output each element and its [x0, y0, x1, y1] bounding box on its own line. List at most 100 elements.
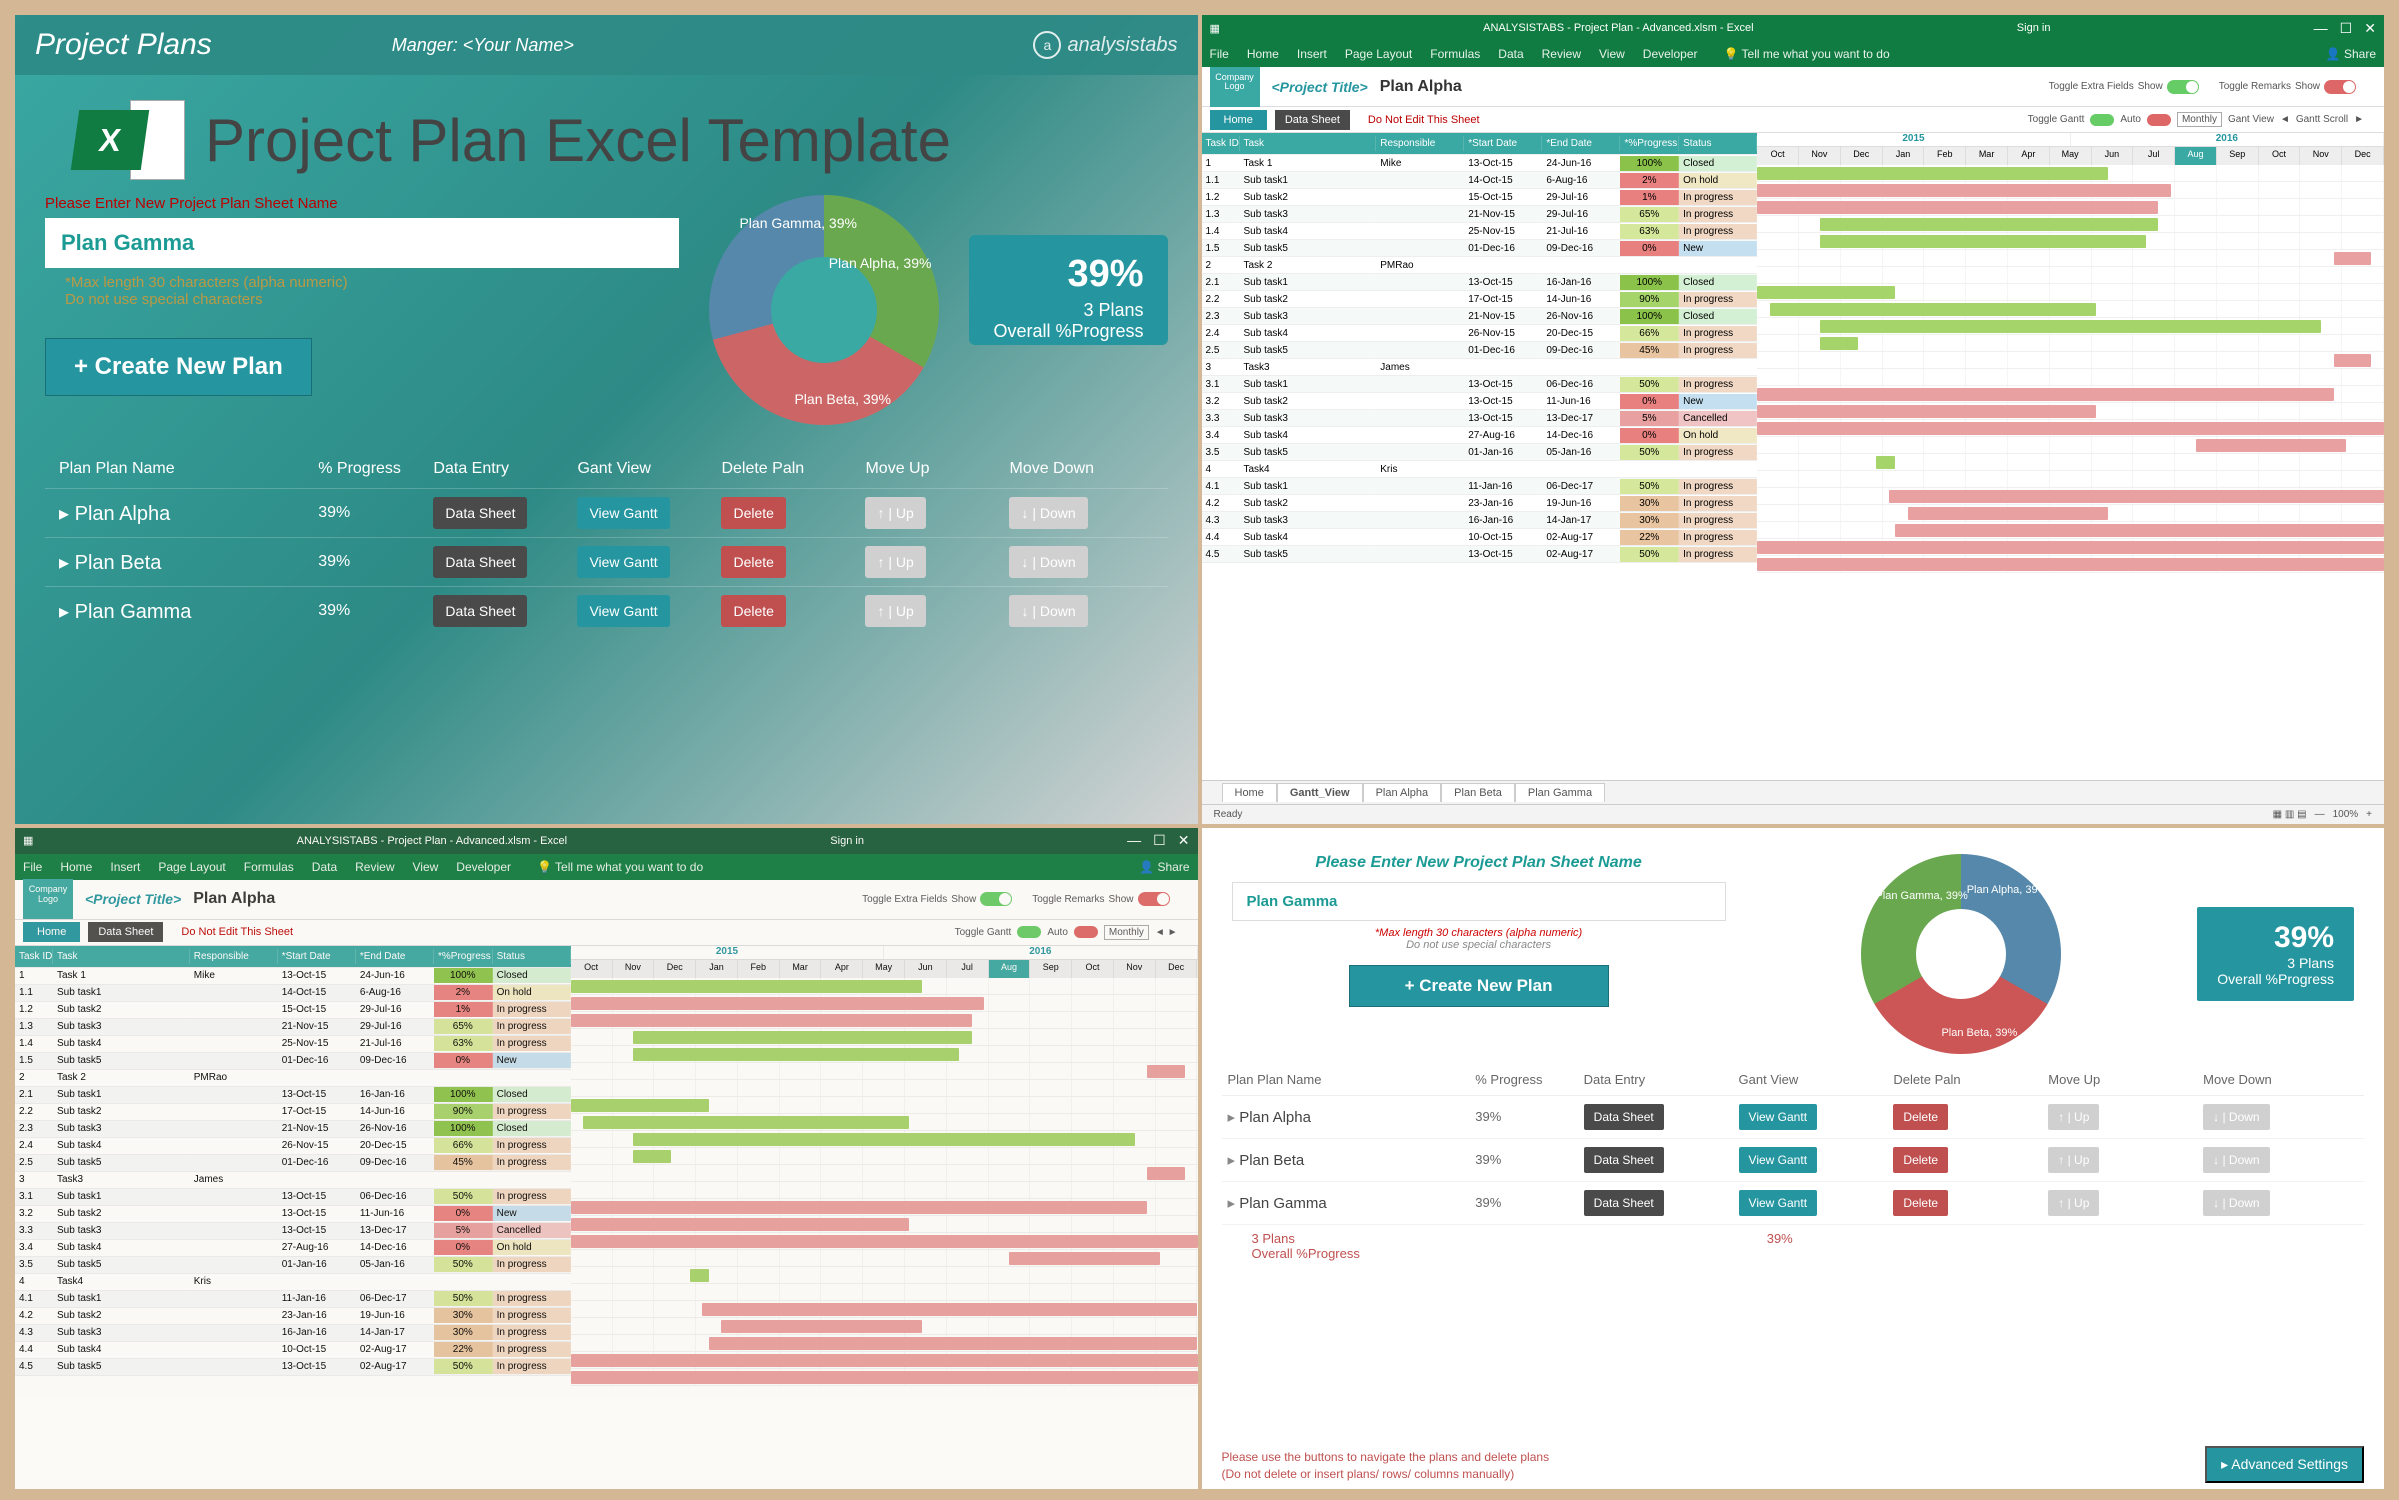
delete-button[interactable]: Delete [721, 546, 785, 578]
plan-name[interactable]: Plan Beta [1228, 1151, 1476, 1169]
task-row[interactable]: 2.2Sub task2 17-Oct-1514-Jun-16 90% In p… [15, 1104, 571, 1121]
task-row[interactable]: 3.2Sub task2 13-Oct-1511-Jun-16 0% New [15, 1206, 571, 1223]
datasheet-button[interactable]: Data Sheet [433, 497, 527, 529]
toggle-extra[interactable] [2167, 80, 2199, 94]
task-row[interactable]: 2.5Sub task5 01-Dec-1609-Dec-16 45% In p… [1202, 342, 1758, 359]
task-row[interactable]: 2Task 2PMRao [1202, 257, 1758, 274]
move-down-button[interactable]: ↓ | Down [1009, 595, 1087, 627]
period-select[interactable]: Monthly [1104, 925, 1149, 940]
menu-data[interactable]: Data [312, 860, 337, 874]
move-up-button[interactable]: ↑ | Up [865, 497, 925, 529]
task-row[interactable]: 4.2Sub task2 23-Jan-1619-Jun-16 30% In p… [15, 1308, 571, 1325]
menu-formulas[interactable]: Formulas [1430, 47, 1480, 61]
move-down-button[interactable]: ↓ | Down [1009, 497, 1087, 529]
move-down-button[interactable]: ↓ | Down [2203, 1104, 2269, 1130]
task-row[interactable]: 3.4Sub task4 27-Aug-1614-Dec-16 0% On ho… [1202, 427, 1758, 444]
task-row[interactable]: 1.2Sub task2 15-Oct-1529-Jul-16 1% In pr… [15, 1002, 571, 1019]
view-gantt-button[interactable]: View Gantt [577, 546, 669, 578]
move-down-button[interactable]: ↓ | Down [2203, 1147, 2269, 1173]
menu-home[interactable]: Home [1247, 47, 1279, 61]
task-row[interactable]: 4.3Sub task3 16-Jan-1614-Jan-17 30% In p… [15, 1325, 571, 1342]
task-row[interactable]: 1.5Sub task5 01-Dec-1609-Dec-16 0% New [1202, 240, 1758, 257]
tab-home[interactable]: Home [23, 922, 80, 942]
task-row[interactable]: 3.4Sub task4 27-Aug-1614-Dec-16 0% On ho… [15, 1240, 571, 1257]
minimize-button[interactable]: — [1127, 832, 1141, 849]
menu-file[interactable]: File [23, 860, 42, 874]
task-row[interactable]: 2.5Sub task5 01-Dec-1609-Dec-16 45% In p… [15, 1155, 571, 1172]
task-row[interactable]: 4Task4Kris [15, 1274, 571, 1291]
menu-developer[interactable]: Developer [456, 860, 511, 874]
menu-review[interactable]: Review [1542, 47, 1581, 61]
task-row[interactable]: 1.3Sub task3 21-Nov-1529-Jul-16 65% In p… [1202, 206, 1758, 223]
task-table[interactable]: Task IDTaskResponsible *Start Date*End D… [1202, 133, 1758, 780]
plan-name-input[interactable]: Plan Gamma [45, 218, 679, 268]
task-row[interactable]: 1.3Sub task3 21-Nov-1529-Jul-16 65% In p… [15, 1019, 571, 1036]
task-row[interactable]: 3.1Sub task1 13-Oct-1506-Dec-16 50% In p… [1202, 376, 1758, 393]
plan-name-input[interactable] [1232, 882, 1726, 921]
gantt-chart[interactable]: 20152016 OctNovDecJanFebMarAprMayJunJulA… [571, 946, 1198, 1490]
toggle-auto[interactable] [2147, 114, 2171, 126]
close-button[interactable]: ✕ [2364, 20, 2376, 37]
project-title-label[interactable]: <Project Title> [1272, 79, 1368, 95]
task-row[interactable]: 1.4Sub task4 25-Nov-1521-Jul-16 63% In p… [1202, 223, 1758, 240]
task-row[interactable]: 4Task4Kris [1202, 461, 1758, 478]
create-plan-button[interactable]: + Create New Plan [1349, 965, 1609, 1007]
plan-name[interactable]: Plan Gamma [59, 599, 318, 624]
advanced-settings-button[interactable]: Advanced Settings [2205, 1446, 2364, 1483]
task-row[interactable]: 4.4Sub task4 10-Oct-1502-Aug-17 22% In p… [15, 1342, 571, 1359]
task-row[interactable]: 3.2Sub task2 13-Oct-1511-Jun-16 0% New [1202, 393, 1758, 410]
move-up-button[interactable]: ↑ | Up [2048, 1104, 2099, 1130]
plan-name[interactable]: Plan Alpha [59, 501, 318, 526]
tell-me[interactable]: 💡 Tell me what you want to do [537, 860, 703, 874]
toggle-remarks[interactable] [2324, 80, 2356, 94]
task-row[interactable]: 2Task 2PMRao [15, 1070, 571, 1087]
menu-developer[interactable]: Developer [1643, 47, 1698, 61]
task-row[interactable]: 1.1Sub task1 14-Oct-156-Aug-16 2% On hol… [15, 985, 571, 1002]
menu-file[interactable]: File [1210, 47, 1229, 61]
sheet-tab-plan beta[interactable]: Plan Beta [1441, 783, 1515, 802]
toggle-auto[interactable] [1074, 926, 1098, 938]
view-gantt-button[interactable]: View Gantt [1739, 1104, 1817, 1130]
view-gantt-button[interactable]: View Gantt [577, 595, 669, 627]
task-row[interactable]: 1.2Sub task2 15-Oct-1529-Jul-16 1% In pr… [1202, 189, 1758, 206]
view-gantt-button[interactable]: View Gantt [1739, 1190, 1817, 1216]
toggle-extra[interactable] [980, 892, 1012, 906]
plan-name[interactable]: Plan Beta [59, 550, 318, 575]
close-button[interactable]: ✕ [1178, 832, 1190, 849]
project-title-label[interactable]: <Project Title> [85, 891, 181, 907]
tell-me[interactable]: 💡 Tell me what you want to do [1724, 47, 1890, 61]
view-gantt-button[interactable]: View Gantt [1739, 1147, 1817, 1173]
menu-view[interactable]: View [1599, 47, 1625, 61]
task-row[interactable]: 3Task3James [1202, 359, 1758, 376]
menu-insert[interactable]: Insert [1297, 47, 1327, 61]
task-row[interactable]: 1Task 1Mike 13-Oct-1524-Jun-16 100% Clos… [1202, 155, 1758, 172]
datasheet-button[interactable]: Data Sheet [1584, 1104, 1664, 1130]
datasheet-button[interactable]: Data Sheet [433, 595, 527, 627]
task-row[interactable]: 1.4Sub task4 25-Nov-1521-Jul-16 63% In p… [15, 1036, 571, 1053]
maximize-button[interactable]: ☐ [2340, 20, 2353, 37]
delete-button[interactable]: Delete [721, 595, 785, 627]
task-row[interactable]: 4.5Sub task5 13-Oct-1502-Aug-17 50% In p… [1202, 546, 1758, 563]
task-row[interactable]: 4.5Sub task5 13-Oct-1502-Aug-17 50% In p… [15, 1359, 571, 1376]
move-up-button[interactable]: ↑ | Up [865, 546, 925, 578]
menu-view[interactable]: View [413, 860, 439, 874]
task-row[interactable]: 4.3Sub task3 16-Jan-1614-Jan-17 30% In p… [1202, 512, 1758, 529]
delete-button[interactable]: Delete [1893, 1190, 1948, 1216]
move-down-button[interactable]: ↓ | Down [1009, 546, 1087, 578]
share-button[interactable]: 👤 Share [2326, 47, 2376, 61]
datasheet-button[interactable]: Data Sheet [1584, 1147, 1664, 1173]
period-select[interactable]: Monthly [2177, 112, 2222, 127]
task-row[interactable]: 1.1Sub task1 14-Oct-156-Aug-16 2% On hol… [1202, 172, 1758, 189]
tab-datasheet[interactable]: Data Sheet [1275, 110, 1350, 130]
task-row[interactable]: 2.4Sub task4 26-Nov-1520-Dec-15 66% In p… [1202, 325, 1758, 342]
toggle-remarks[interactable] [1138, 892, 1170, 906]
tab-datasheet[interactable]: Data Sheet [88, 922, 163, 942]
sign-in[interactable]: Sign in [830, 835, 864, 847]
task-row[interactable]: 3.1Sub task1 13-Oct-1506-Dec-16 50% In p… [15, 1189, 571, 1206]
task-row[interactable]: 3.5Sub task5 01-Jan-1605-Jan-16 50% In p… [15, 1257, 571, 1274]
move-up-button[interactable]: ↑ | Up [2048, 1147, 2099, 1173]
task-row[interactable]: 4.2Sub task2 23-Jan-1619-Jun-16 30% In p… [1202, 495, 1758, 512]
task-row[interactable]: 4.1Sub task1 11-Jan-1606-Dec-17 50% In p… [15, 1291, 571, 1308]
menu-page-layout[interactable]: Page Layout [1345, 47, 1412, 61]
sheet-tab-plan gamma[interactable]: Plan Gamma [1515, 783, 1605, 802]
